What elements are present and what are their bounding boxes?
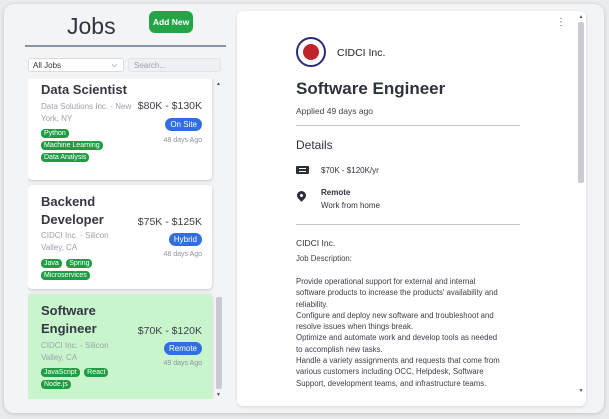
company-logo xyxy=(296,37,326,67)
description-line: software products to increase the produc… xyxy=(296,288,498,298)
job-card-posted: 48 days Ago xyxy=(163,251,202,258)
description-line: Configure and deploy new software and tr… xyxy=(296,310,494,320)
location-type: Remote xyxy=(321,188,351,197)
job-list-scrollbar[interactable]: ▲ ▼ xyxy=(215,81,222,399)
tag: Java xyxy=(41,259,62,268)
job-card-title: Backend Developer xyxy=(41,194,104,227)
tag: Spring xyxy=(66,259,93,268)
detail-salary: $70K - $120K/yr xyxy=(321,166,379,175)
location-pin-icon xyxy=(295,189,308,202)
jobs-sidebar: Jobs Add New All Jobs ⌵ Search... Data S… xyxy=(25,11,226,411)
header-divider xyxy=(25,45,226,47)
divider xyxy=(296,125,520,126)
logo-mark xyxy=(303,44,319,60)
job-card-company: CIDCI Inc. - Silicon Valley, CA xyxy=(41,341,109,362)
job-filter-value: All Jobs xyxy=(33,61,62,70)
job-card-title: Data Scientist xyxy=(41,82,127,97)
tag: Data Analysis xyxy=(41,153,90,162)
detail-company-name: CIDCI Inc. xyxy=(337,47,386,59)
status-badge: Hybrid xyxy=(168,233,202,246)
scroll-up-icon[interactable]: ▲ xyxy=(215,81,222,87)
description-line: various customers including OCC, Helpdes… xyxy=(296,367,484,377)
job-list: Data Scientist Data Solutions Inc. - New… xyxy=(28,79,215,399)
description-label: Job Description: xyxy=(296,254,352,263)
tag-list: JavaScript React Node.js xyxy=(41,368,141,392)
tag-list: Python Machine Learning Data Analysis xyxy=(41,129,141,165)
status-badge: On Site xyxy=(165,118,202,131)
location-description: Work from home xyxy=(321,201,380,210)
job-card-company: Data Solutions Inc. - New York, NY xyxy=(41,102,132,123)
job-card-posted: 48 days Ago xyxy=(163,137,202,144)
status-badge: Remote xyxy=(163,342,202,355)
tag: React xyxy=(84,368,109,377)
job-card-company: CIDCI Inc. - Silicon Valley, CA xyxy=(41,231,109,252)
tag: Node.js xyxy=(41,380,71,389)
scroll-up-icon[interactable]: ▲ xyxy=(577,14,585,20)
chevron-down-icon: ⌵ xyxy=(111,62,117,69)
description-line: Provide operational support for external… xyxy=(296,277,476,286)
job-card-backend-developer[interactable]: Backend Developer CIDCI Inc. - Silicon V… xyxy=(28,185,212,289)
scroll-down-icon[interactable]: ▼ xyxy=(577,388,585,394)
money-icon xyxy=(296,166,309,174)
job-card-salary: $70K - $120K xyxy=(137,325,202,337)
description-line: reliability. xyxy=(296,299,328,309)
description-company: CIDCI Inc. xyxy=(296,238,336,248)
divider xyxy=(296,224,520,225)
job-card-data-scientist[interactable]: Data Scientist Data Solutions Inc. - New… xyxy=(28,79,212,180)
job-card-title: Software Engineer xyxy=(41,303,97,336)
job-card-salary: $75K - $125K xyxy=(137,216,202,228)
details-heading: Details xyxy=(296,138,333,152)
tag-list: Java Spring Microservices xyxy=(41,259,141,283)
app-window: Jobs Add New All Jobs ⌵ Search... Data S… xyxy=(4,4,604,413)
search-input[interactable]: Search... xyxy=(128,58,221,72)
tag: Python xyxy=(41,129,69,138)
job-card-salary: $80K - $130K xyxy=(137,100,202,112)
tag: JavaScript xyxy=(41,368,80,377)
description-line: resolve issues when things break. xyxy=(296,322,414,332)
description-line: to accomplish new tasks. xyxy=(296,344,383,354)
page-title: Jobs xyxy=(67,13,116,39)
description-line: Support, development teams, and infrastr… xyxy=(296,378,487,388)
tag: Microservices xyxy=(41,271,90,280)
applied-status: Applied 49 days ago xyxy=(296,106,374,116)
scrollbar-thumb[interactable] xyxy=(578,22,584,183)
sidebar-header: Jobs Add New xyxy=(25,11,226,43)
scroll-down-icon[interactable]: ▼ xyxy=(215,392,222,398)
detail-job-title: Software Engineer xyxy=(296,79,446,98)
tag: Machine Learning xyxy=(41,141,103,150)
description-line: Optimize and automate work and develop t… xyxy=(296,333,498,343)
detail-scrollbar[interactable]: ▲ ▼ xyxy=(577,14,585,408)
job-description: Provide operational support for external… xyxy=(296,276,526,389)
scrollbar-thumb[interactable] xyxy=(216,297,222,389)
add-new-button[interactable]: Add New xyxy=(149,11,193,33)
job-card-posted: 49 days Ago xyxy=(163,360,202,367)
description-line: Handle a variety assignments and request… xyxy=(296,356,500,366)
job-card-software-engineer[interactable]: Software Engineer CIDCI Inc. - Silicon V… xyxy=(28,294,212,399)
job-detail-panel: ⋮ CIDCI Inc. Software Engineer Applied 4… xyxy=(237,11,586,406)
job-filter-select[interactable]: All Jobs ⌵ xyxy=(28,58,124,72)
more-vertical-icon[interactable]: ⋮ xyxy=(556,18,566,28)
